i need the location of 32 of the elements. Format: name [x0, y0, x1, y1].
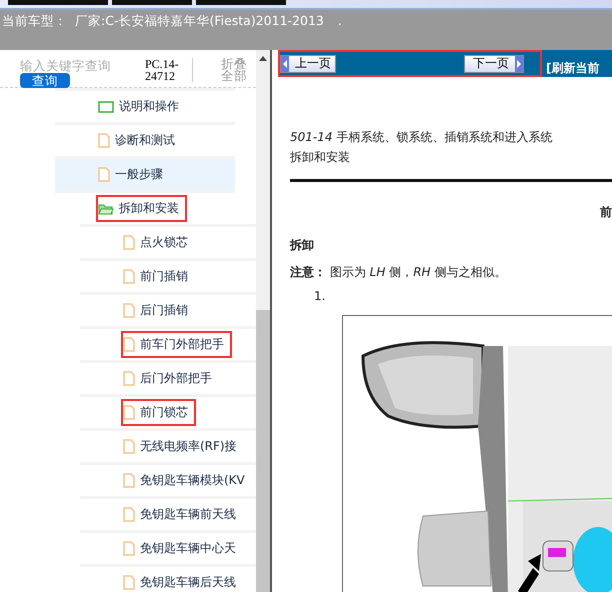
document-icon [98, 133, 110, 148]
procedure-title: 前 [599, 204, 612, 221]
section-heading: 拆卸 [290, 237, 315, 254]
tree-item[interactable]: 拆卸和安装 [55, 190, 235, 224]
model-label: 当前车型： [2, 13, 67, 30]
previous-page-button[interactable]: 上一页 [280, 54, 336, 72]
next-page-button[interactable]: 下一页 [464, 54, 524, 72]
document-icon [123, 371, 135, 386]
step-number: 1. [314, 289, 326, 303]
refresh-link[interactable]: [刷新当前 [546, 60, 600, 77]
folder-icon [98, 202, 114, 214]
search-button[interactable]: 查询 [20, 73, 70, 88]
document-icon [123, 473, 135, 488]
model-name: 厂家:C-长安福特嘉年华(Fiesta)2011-2013 [75, 13, 324, 30]
document-heading: 501-14 手柄系统、锁系统、插销系统和进入系统 [290, 129, 554, 146]
document-icon [123, 541, 135, 556]
code-text: PC.14-24712 [145, 58, 194, 82]
document-subheading: 拆卸和安装 [290, 149, 351, 166]
document-icon [123, 235, 135, 250]
note-text: 注意： 图示为 LH 侧，RH 侧与之相似。 [290, 264, 508, 281]
tree-item[interactable]: 说明和操作 [55, 88, 235, 122]
dot-text: . [338, 13, 342, 28]
document-icon [123, 507, 135, 522]
document-icon [123, 269, 135, 284]
tree-item[interactable]: 一般步骤 [55, 156, 235, 190]
document-icon [123, 303, 135, 318]
folder-icon [98, 100, 114, 112]
scrollbar[interactable] [256, 50, 270, 592]
document-icon [123, 405, 135, 420]
document-icon [123, 439, 135, 454]
document-icon [123, 337, 135, 352]
document-icon [98, 167, 110, 182]
